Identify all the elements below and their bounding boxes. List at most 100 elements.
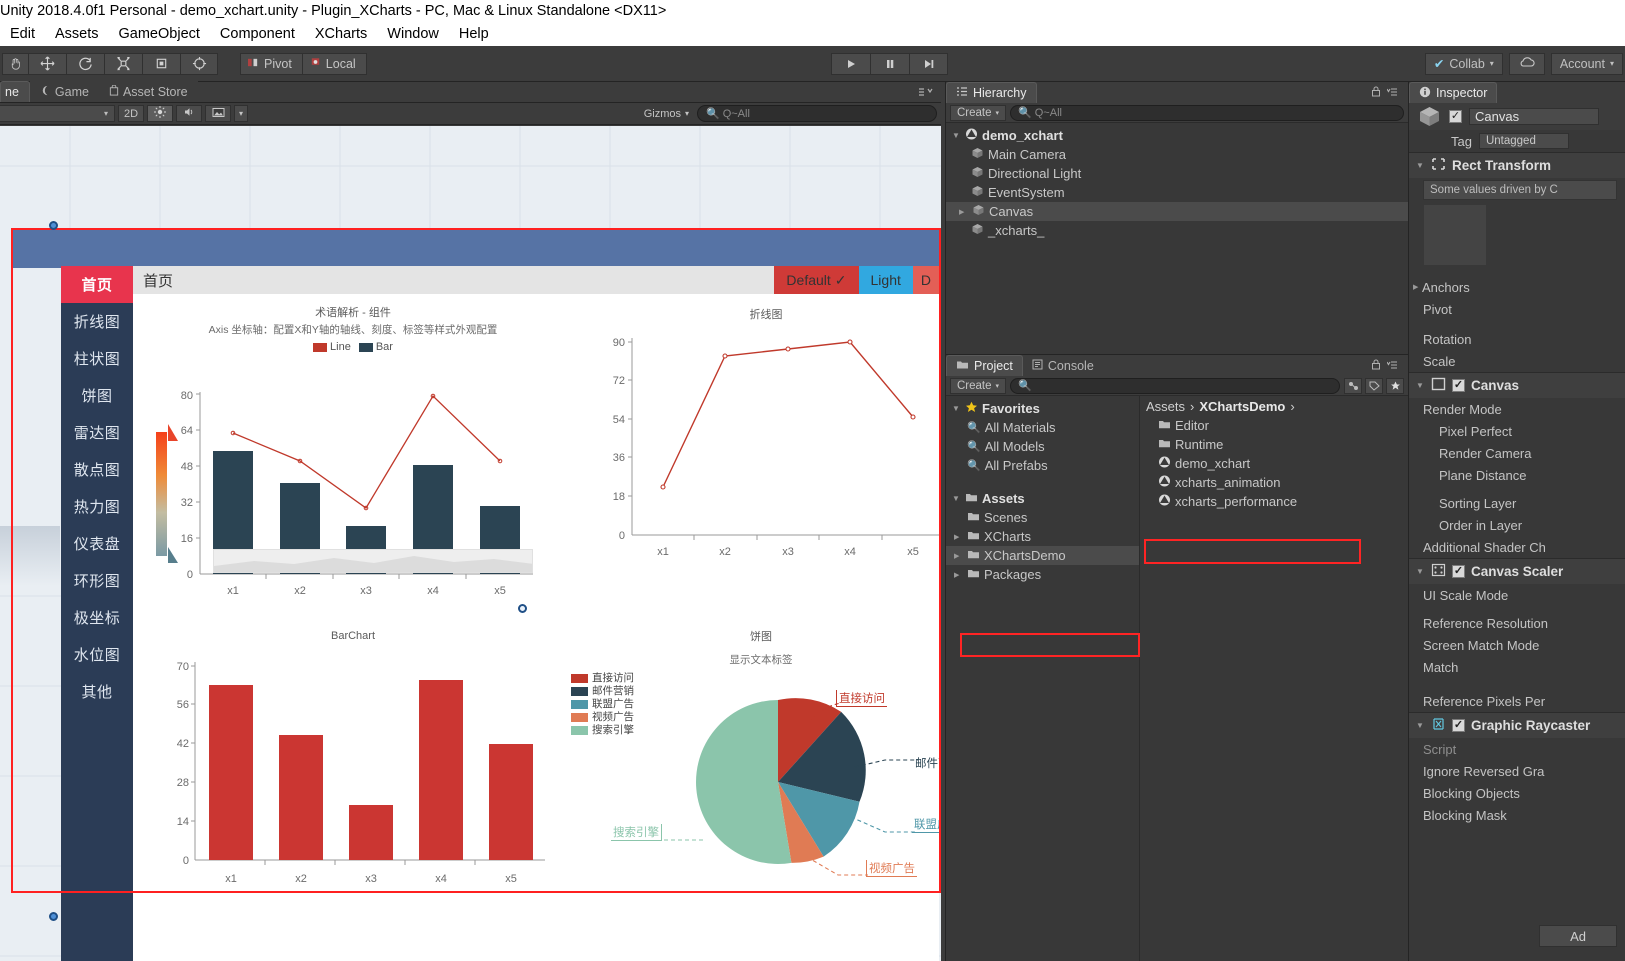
canvas-row-render-camera[interactable]: Render Camera — [1409, 442, 1625, 464]
hierarchy-create-button[interactable]: Create ▾ — [950, 104, 1007, 121]
panel-menu-icon[interactable] — [1386, 359, 1403, 373]
menu-item-assets[interactable]: Assets — [45, 22, 109, 46]
chart-piechart[interactable]: 饼图 显示文本标签 直接访问 邮件营销 联盟广告 视频广告 搜索引擎 直接访问 … — [563, 624, 941, 924]
canvas-scaler-row-screen-match-mode[interactable]: Screen Match Mode — [1409, 634, 1625, 656]
shading-mode-dropdown[interactable]: ded ▾ — [0, 105, 115, 122]
favorite-star-icon[interactable] — [1386, 377, 1404, 394]
rect-transform-row-scale[interactable]: Scale — [1409, 350, 1625, 372]
expand-arrow-icon[interactable]: ▼ — [952, 404, 961, 413]
canvas-row-order-in-layer[interactable]: Order in Layer — [1409, 514, 1625, 536]
object-active-checkbox[interactable]: ✓ — [1449, 110, 1462, 123]
canvas-row-pixel-perfect[interactable]: Pixel Perfect — [1409, 420, 1625, 442]
move-tool-icon[interactable] — [28, 52, 66, 75]
sidebar-item-scatter[interactable]: 散点图 — [61, 451, 133, 488]
expand-arrow-icon[interactable]: ▶ — [954, 552, 963, 560]
canvas-scaler-row-match[interactable]: Match — [1409, 656, 1625, 678]
menu-item-edit[interactable]: Edit — [0, 22, 45, 46]
sidebar-item-bar[interactable]: 柱状图 — [61, 340, 133, 377]
hierarchy-row-canvas[interactable]: ▶ Canvas — [946, 202, 1408, 221]
project-row-all-materials[interactable]: 🔍 All Materials — [946, 418, 1139, 437]
theme-button-light[interactable]: Light — [858, 266, 913, 294]
hand-tool-icon[interactable] — [2, 52, 28, 75]
rect-transform-row-pivot[interactable]: Pivot — [1409, 298, 1625, 320]
rect-tool-icon[interactable] — [142, 52, 180, 75]
step-button[interactable] — [909, 52, 948, 75]
scene-effects-toggle[interactable] — [205, 105, 231, 122]
sidebar-item-ring[interactable]: 环形图 — [61, 562, 133, 599]
expand-arrow-icon[interactable]: ▼ — [1416, 721, 1425, 730]
menu-item-gameobject[interactable]: GameObject — [109, 22, 210, 46]
legend-item-line[interactable]: Line — [313, 341, 351, 353]
toggle-2d-button[interactable]: 2D — [118, 105, 144, 122]
sidebar-item-heatmap[interactable]: 热力图 — [61, 488, 133, 525]
tab-game[interactable]: Game — [29, 81, 99, 102]
theme-button-dark[interactable]: D — [912, 266, 939, 294]
component-header-graphic-raycaster[interactable]: ▼ ✓ Graphic Raycaster — [1409, 712, 1625, 738]
menu-item-window[interactable]: Window — [377, 22, 449, 46]
chart-axis-demo[interactable]: 术语解析 - 组件 Axis 坐标轴：配置X和Y轴的轴线、刻度、标签等样式外观配… — [133, 294, 573, 624]
project-create-button[interactable]: Create ▾ — [950, 377, 1007, 394]
lock-icon[interactable] — [1371, 86, 1381, 100]
graphic-raycaster-row-ignore-reversed[interactable]: Ignore Reversed Gra — [1409, 760, 1625, 782]
sidebar-item-home[interactable]: 首页 — [61, 266, 133, 303]
project-row-assets[interactable]: ▼ Assets — [946, 489, 1139, 508]
cloud-services-button[interactable] — [1508, 52, 1545, 75]
tab-asset-store[interactable]: Asset Store — [98, 81, 198, 102]
expand-arrow-icon[interactable]: ▶ — [954, 533, 963, 541]
project-file-editor[interactable]: Editor — [1140, 416, 1408, 435]
breadcrumb-assets[interactable]: Assets — [1146, 399, 1185, 414]
canvas-enabled-checkbox[interactable]: ✓ — [1452, 379, 1465, 392]
local-toggle-button[interactable]: Local — [302, 52, 367, 75]
canvas-scaler-row-ui-scale-mode[interactable]: UI Scale Mode — [1409, 584, 1625, 606]
canvas-scaler-row-reference-resolution[interactable]: Reference Resolution — [1409, 612, 1625, 634]
graphic-raycaster-row-blocking-objects[interactable]: Blocking Objects — [1409, 782, 1625, 804]
rect-transform-row-rotation[interactable]: Rotation — [1409, 328, 1625, 350]
project-file-runtime[interactable]: Runtime — [1140, 435, 1408, 454]
expand-arrow-icon[interactable]: ▼ — [1416, 161, 1425, 170]
menu-item-help[interactable]: Help — [449, 22, 499, 46]
theme-button-default[interactable]: Default ✓ — [774, 266, 859, 294]
selection-handle-bottom-left[interactable] — [49, 912, 58, 921]
tab-hierarchy[interactable]: Hierarchy — [946, 82, 1037, 103]
project-row-xcharts[interactable]: ▶ XCharts — [946, 527, 1139, 546]
canvas-scaler-enabled-checkbox[interactable]: ✓ — [1452, 565, 1465, 578]
tab-inspector[interactable]: Inspector — [1409, 82, 1498, 103]
selection-handle-pivot[interactable] — [518, 604, 527, 613]
chart-barchart[interactable]: BarChart 70 56 42 28 14 0 x1 x2 x3 x4 x5 — [133, 624, 573, 924]
scene-effects-dropdown[interactable]: ▾ — [234, 105, 249, 122]
project-row-all-prefabs[interactable]: 🔍 All Prefabs — [946, 456, 1139, 475]
collab-button[interactable]: ✔ Collab ▾ — [1424, 52, 1503, 75]
sidebar-item-polar[interactable]: 极坐标 — [61, 599, 133, 636]
scene-view-canvas[interactable]: 首页 折线图 柱状图 饼图 雷达图 散点图 热力图 仪表盘 环形图 极坐标 水位… — [0, 126, 941, 961]
sidebar-item-radar[interactable]: 雷达图 — [61, 414, 133, 451]
canvas-row-plane-distance[interactable]: Plane Distance — [1409, 464, 1625, 486]
legend-item-bar[interactable]: Bar — [358, 341, 393, 353]
sidebar-item-other[interactable]: 其他 — [61, 673, 133, 710]
tab-project[interactable]: Project — [946, 355, 1023, 376]
menu-item-component[interactable]: Component — [210, 22, 305, 46]
sidebar-item-gauge[interactable]: 仪表盘 — [61, 525, 133, 562]
project-row-scenes[interactable]: Scenes — [946, 508, 1139, 527]
expand-arrow-icon[interactable]: ▼ — [952, 494, 961, 503]
chart-visualmap[interactable] — [151, 419, 185, 569]
hierarchy-row-directional-light[interactable]: Directional Light — [946, 164, 1408, 183]
project-row-all-models[interactable]: 🔍 All Models — [946, 437, 1139, 456]
chart-linechart[interactable]: 折线图 90 72 54 36 18 0 x1 x2 x3 x4 x5 — [573, 294, 941, 594]
scale-tool-icon[interactable] — [104, 52, 142, 75]
scene-lighting-toggle[interactable] — [147, 105, 173, 122]
hierarchy-search-input[interactable]: 🔍 Q~All — [1010, 104, 1404, 121]
panel-menu-icon[interactable] — [917, 86, 935, 100]
hierarchy-row-main-camera[interactable]: Main Camera — [946, 145, 1408, 164]
expand-arrow-icon[interactable]: ▼ — [1416, 567, 1425, 576]
filter-by-label-icon[interactable] — [1365, 377, 1383, 394]
component-header-rect-transform[interactable]: ▼ Rect Transform — [1409, 152, 1625, 178]
canvas-row-sorting-layer[interactable]: Sorting Layer — [1409, 492, 1625, 514]
object-name-field[interactable]: Canvas — [1469, 108, 1599, 125]
transform-tool-icon[interactable] — [180, 52, 218, 75]
scene-audio-toggle[interactable] — [176, 105, 202, 122]
selection-handle-top-left[interactable] — [49, 221, 58, 230]
add-component-button[interactable]: Ad — [1539, 925, 1617, 947]
account-button[interactable]: Account ▾ — [1550, 52, 1623, 75]
project-file-xcharts-animation[interactable]: xcharts_animation — [1140, 473, 1408, 492]
gizmos-button[interactable]: Gizmos ▾ — [640, 105, 693, 122]
